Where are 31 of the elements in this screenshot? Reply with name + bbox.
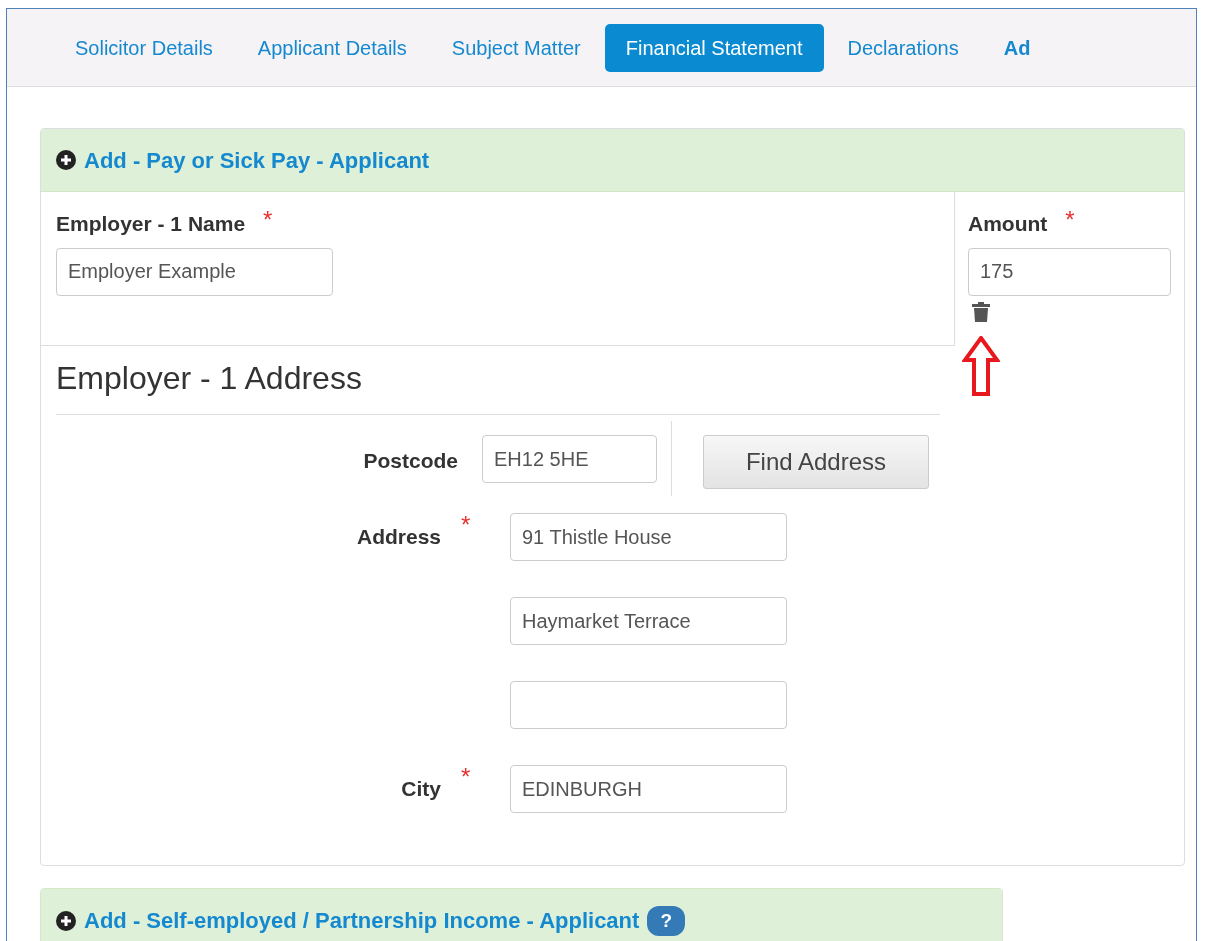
field-label: City [401,777,441,800]
tab[interactable]: Solicitor Details [54,23,234,72]
field-label: Postcode [362,448,458,474]
field-label: Amount [968,211,1048,237]
required-asterisk: * [1065,208,1075,232]
tab[interactable]: Financial Statement [604,23,824,72]
tab[interactable]: Declarations [826,23,980,72]
trash-icon[interactable] [972,301,990,322]
tab[interactable]: Subject Matter [430,23,602,72]
section-heading: Employer - 1 Address [56,346,940,415]
tab[interactable]: Ad [982,23,1052,72]
field-label: Employer - 1 Name [56,211,246,237]
up-arrow-annotation [962,335,1000,396]
input-field[interactable]: EDINBURGH [510,765,787,813]
help-badge[interactable]: ? [647,905,685,936]
input-field[interactable]: Haymarket Terrace [510,597,787,645]
required-asterisk: * [263,208,273,232]
plus-circle-icon [56,910,76,931]
panel-header-link[interactable]: Add - Pay or Sick Pay - Applicant [84,143,430,177]
required-asterisk: * [461,511,471,538]
find-address-button[interactable]: Find Address [703,435,929,489]
input-field[interactable] [510,681,787,729]
plus-circle-icon [56,150,76,170]
field-label: Address [356,525,441,548]
input-field[interactable]: 175 [968,247,1171,296]
input-field[interactable]: EH12 5HE [482,435,657,483]
required-asterisk: * [461,763,471,790]
input-field[interactable]: Employer Example [56,247,333,296]
input-field[interactable]: 91 Thistle House [510,513,787,561]
panel-header-link[interactable]: Add - Self-employed / Partnership Income - Applicant [84,904,640,937]
tab[interactable]: Applicant Details [236,23,428,72]
